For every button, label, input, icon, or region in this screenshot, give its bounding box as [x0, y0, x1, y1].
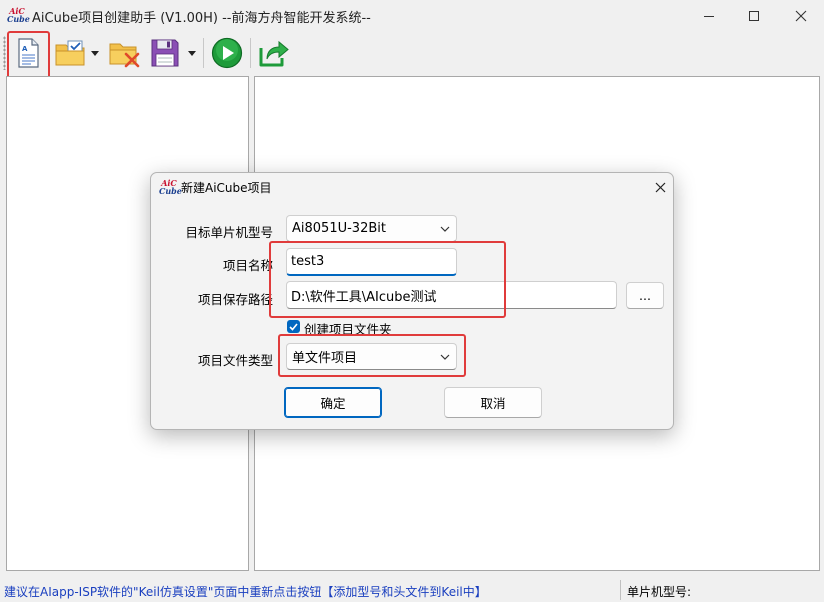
toolbar-grip[interactable] — [3, 36, 6, 70]
save-path-input[interactable]: D:\软件工具\AIcube测试 — [286, 281, 617, 309]
svg-text:A: A — [22, 45, 28, 53]
floppy-disk-icon — [151, 39, 179, 67]
toolbar-separator — [250, 38, 251, 68]
create-folder-label[interactable]: 创建项目文件夹 — [304, 319, 392, 338]
chevron-down-icon — [434, 354, 456, 360]
file-type-select[interactable]: 单文件项目 — [286, 343, 457, 370]
title-bar: AiC Cube AiCube项目创建助手 (V1.00H) --前海方舟智能开… — [0, 0, 824, 32]
green-play-icon — [211, 37, 243, 69]
folder-delete-icon — [109, 43, 140, 68]
dialog-logo-icon: AiC Cube — [159, 178, 182, 196]
ok-button[interactable]: 确定 — [284, 387, 382, 418]
new-project-dialog: AiC Cube 新建AiCube项目 目标单片机型号 Ai8051U-32Bi… — [150, 172, 674, 430]
new-document-icon: A — [18, 38, 39, 68]
status-divider — [620, 580, 621, 600]
save-project-button[interactable] — [148, 36, 182, 70]
close-icon — [795, 10, 807, 22]
green-share-arrow-icon — [259, 40, 289, 67]
browse-button[interactable]: ... — [626, 282, 664, 309]
mcu-label: 目标单片机型号 — [185, 225, 273, 240]
chevron-down-icon — [434, 226, 456, 232]
dialog-title: 新建AiCube项目 — [181, 181, 272, 195]
cancel-button[interactable]: 取消 — [444, 387, 542, 418]
dropdown-arrow-icon — [91, 50, 99, 56]
status-bar: 建议在AIapp-ISP软件的"Keil仿真设置"页面中重新点击按钮【添加型号和… — [0, 578, 824, 602]
status-mcu-label: 单片机型号: — [627, 585, 692, 599]
folder-check-icon — [55, 40, 85, 66]
checkmark-icon — [289, 322, 298, 331]
dialog-close-button[interactable] — [645, 173, 675, 201]
close-project-button[interactable] — [106, 36, 142, 70]
new-project-button[interactable]: A — [10, 36, 46, 70]
save-project-dropdown[interactable] — [187, 36, 197, 70]
file-type-label: 项目文件类型 — [197, 353, 273, 368]
open-project-dropdown[interactable] — [90, 36, 100, 70]
status-message: 建议在AIapp-ISP软件的"Keil仿真设置"页面中重新点击按钮【添加型号和… — [4, 585, 487, 599]
maximize-button[interactable] — [731, 0, 777, 32]
close-button[interactable] — [778, 0, 824, 32]
maximize-icon — [749, 11, 759, 21]
run-button[interactable] — [209, 36, 245, 70]
close-icon — [655, 182, 665, 192]
project-name-label: 项目名称 — [222, 258, 273, 273]
toolbar: A — [0, 31, 824, 80]
save-path-label: 项目保存路径 — [197, 292, 273, 307]
app-logo-icon: AiC Cube — [7, 6, 30, 24]
toolbar-separator — [203, 38, 204, 68]
project-name-input[interactable]: test3 — [286, 248, 457, 276]
minimize-icon — [704, 16, 714, 17]
mcu-select[interactable]: Ai8051U-32Bit — [286, 215, 457, 242]
open-project-button[interactable] — [52, 36, 88, 70]
window-title: AiCube项目创建助手 (V1.00H) --前海方舟智能开发系统-- — [32, 11, 371, 26]
export-button[interactable] — [256, 36, 292, 70]
dropdown-arrow-icon — [188, 50, 196, 56]
minimize-button[interactable] — [686, 0, 732, 32]
create-folder-checkbox[interactable] — [287, 320, 300, 333]
